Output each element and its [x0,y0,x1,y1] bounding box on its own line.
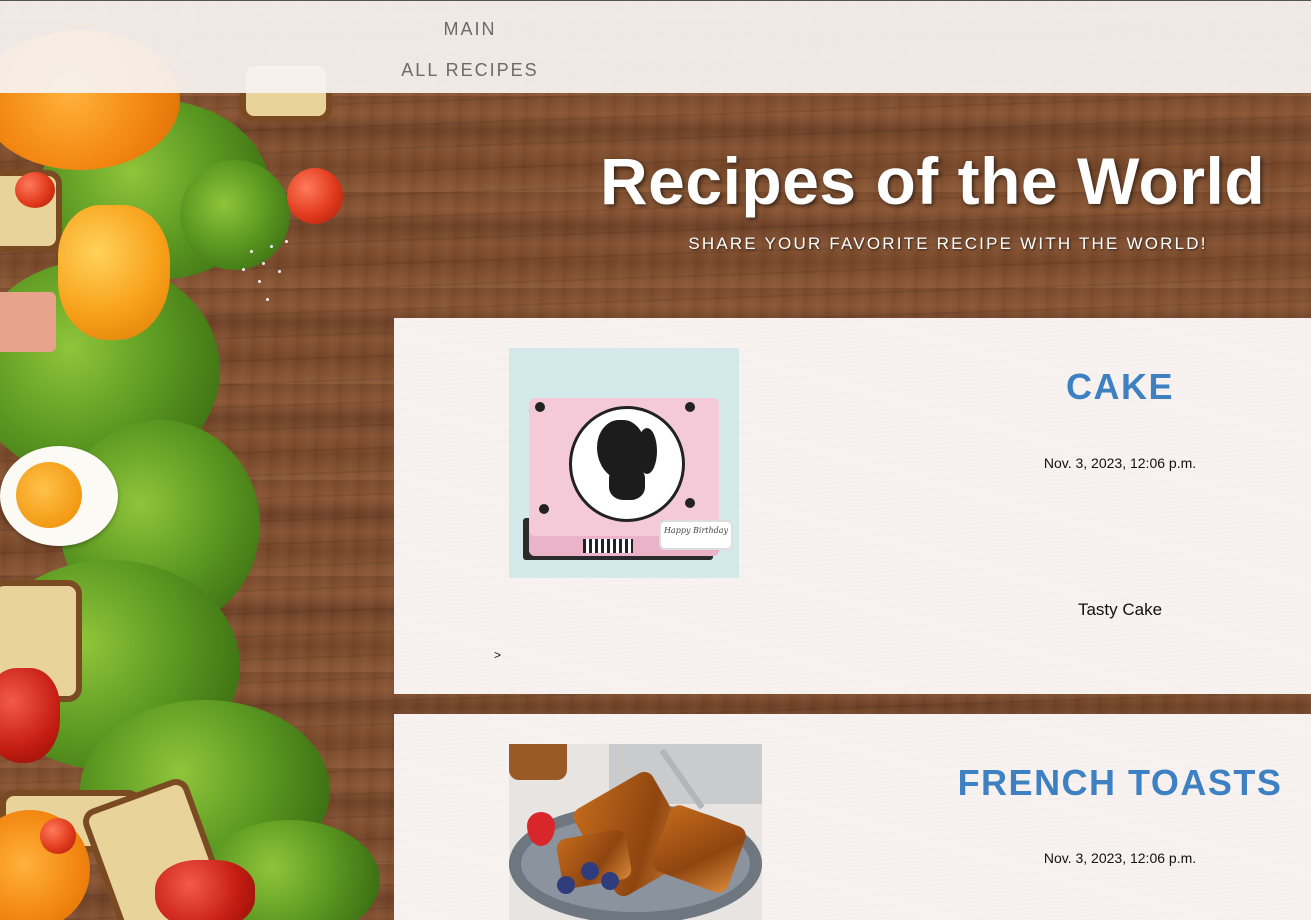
cake-tag-text: Happy Birthday [659,520,733,550]
page-subtitle: SHARE YOUR FAVORITE RECIPE WITH THE WORL… [688,234,1208,253]
recipe-image-cake[interactable]: Happy Birthday [509,348,739,578]
recipe-title[interactable]: FRENCH TOASTS [924,762,1311,804]
recipe-image-french-toasts[interactable] [509,744,762,920]
recipe-date: Nov. 3, 2023, 12:06 p.m. [1043,850,1197,866]
nav-menu: MAIN ALL RECIPES [360,19,580,101]
page-title: Recipes of the World [600,144,1266,218]
recipe-more-link[interactable]: > [494,648,501,662]
food-background-illustration [0,0,395,920]
recipe-description: Tasty Cake [1077,600,1163,619]
recipe-title[interactable]: CAKE [924,366,1311,408]
top-navigation-bar: MAIN ALL RECIPES [0,0,1311,93]
recipe-date: Nov. 3, 2023, 12:06 p.m. [1043,455,1197,471]
recipe-card: Happy Birthday CAKE Nov. 3, 2023, 12:06 … [394,318,1311,694]
recipe-card: FRENCH TOASTS Nov. 3, 2023, 12:06 p.m. [394,714,1311,920]
nav-link-main[interactable]: MAIN [360,19,580,39]
nav-link-all-recipes[interactable]: ALL RECIPES [360,60,580,80]
